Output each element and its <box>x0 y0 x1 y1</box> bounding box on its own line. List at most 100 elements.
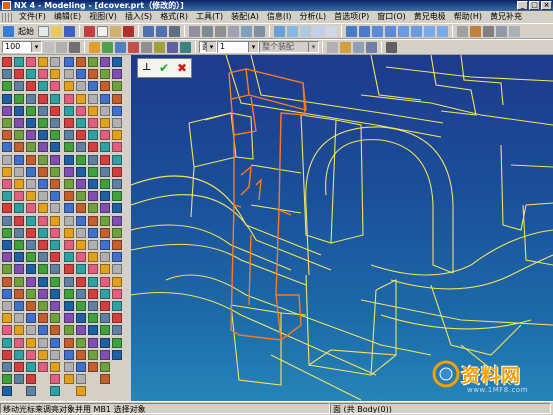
tool-icon[interactable] <box>26 154 36 165</box>
refresh-icon[interactable] <box>254 25 265 37</box>
tool-icon[interactable] <box>50 313 60 324</box>
tool-icon[interactable] <box>26 118 36 128</box>
tool-icon[interactable] <box>100 313 110 324</box>
tool-icon[interactable] <box>14 215 24 226</box>
tool-icon[interactable] <box>76 349 86 360</box>
tool-icon[interactable] <box>38 142 48 153</box>
tool-icon[interactable] <box>14 362 24 372</box>
tool-icon[interactable] <box>64 166 74 177</box>
menu-assemblies[interactable]: 装配(A) <box>227 11 263 23</box>
tool-icon[interactable] <box>38 81 48 92</box>
tool-icon[interactable] <box>100 142 110 153</box>
tool-icon[interactable] <box>112 93 122 104</box>
tool-icon[interactable] <box>112 203 122 214</box>
tool-icon[interactable] <box>112 130 122 141</box>
tool-icon[interactable] <box>88 288 98 299</box>
tool-icon[interactable] <box>76 154 86 165</box>
tool-icon[interactable] <box>14 240 24 250</box>
start-icon[interactable] <box>3 25 14 37</box>
highlight-icon[interactable] <box>340 41 351 53</box>
tool-icon[interactable] <box>76 69 86 80</box>
tool-icon[interactable] <box>64 240 74 250</box>
tool-icon[interactable] <box>38 240 48 250</box>
point-end-icon[interactable] <box>89 41 100 53</box>
tool-icon[interactable] <box>88 264 98 275</box>
tool-icon[interactable] <box>100 118 110 128</box>
tool-icon[interactable] <box>88 227 98 238</box>
tool-icon[interactable] <box>38 93 48 104</box>
tool-icon[interactable] <box>50 142 60 153</box>
tool-icon[interactable] <box>38 203 48 214</box>
shaded-icon[interactable] <box>274 25 285 37</box>
tool-icon[interactable] <box>64 325 74 336</box>
tool-icon[interactable] <box>76 374 86 385</box>
view-top-icon[interactable] <box>372 25 383 37</box>
layer-settings-icon[interactable] <box>457 25 468 37</box>
tool-icon[interactable] <box>38 215 48 226</box>
tool-icon[interactable] <box>88 142 98 153</box>
tool-icon[interactable] <box>112 69 122 80</box>
tool-icon[interactable] <box>38 276 48 287</box>
tool-icon[interactable] <box>14 118 24 128</box>
tool-icon[interactable] <box>76 337 86 348</box>
view-right-icon[interactable] <box>398 25 409 37</box>
tool-icon[interactable] <box>76 203 86 214</box>
tool-icon[interactable] <box>2 179 12 189</box>
tool-icon[interactable] <box>50 81 60 92</box>
tool-icon[interactable] <box>14 81 24 92</box>
filter-combo[interactable]: 1 <box>217 41 259 53</box>
tool-icon[interactable] <box>14 142 24 153</box>
tool-icon[interactable] <box>76 57 86 67</box>
tool-icon[interactable] <box>50 252 60 263</box>
view-left-icon[interactable] <box>411 25 422 37</box>
tool-icon[interactable] <box>38 288 48 299</box>
tool-icon[interactable] <box>2 264 12 275</box>
show-hide-icon[interactable] <box>483 25 494 37</box>
tool-icon[interactable] <box>2 105 12 116</box>
tool-icon[interactable] <box>88 215 98 226</box>
tool-icon[interactable] <box>2 349 12 360</box>
cursor-icon[interactable] <box>386 41 397 53</box>
tool-icon[interactable] <box>100 349 110 360</box>
tool-icon[interactable] <box>100 179 110 189</box>
tool-icon[interactable] <box>112 240 122 250</box>
tool-icon[interactable] <box>50 374 60 385</box>
tool-icon[interactable] <box>50 288 60 299</box>
tool-icon[interactable] <box>14 325 24 336</box>
tool-icon[interactable] <box>50 301 60 311</box>
tool-icon[interactable] <box>14 276 24 287</box>
tool-icon[interactable] <box>112 166 122 177</box>
tool-icon[interactable] <box>112 105 122 116</box>
tool-icon[interactable] <box>26 166 36 177</box>
tool-icon[interactable] <box>64 252 74 263</box>
tool-icon[interactable] <box>64 288 74 299</box>
tool-icon[interactable] <box>50 166 60 177</box>
tool-icon[interactable] <box>50 325 60 336</box>
menu-preferences[interactable]: 首选项(P) <box>330 11 373 23</box>
view-front-icon[interactable] <box>385 25 396 37</box>
tool-icon[interactable] <box>26 288 36 299</box>
tool-icon[interactable] <box>100 362 110 372</box>
tool-icon[interactable] <box>112 154 122 165</box>
tool-icon[interactable] <box>38 154 48 165</box>
tool-icon[interactable] <box>76 288 86 299</box>
tool-icon[interactable] <box>14 349 24 360</box>
tool-icon[interactable] <box>100 93 110 104</box>
tool-icon[interactable] <box>2 118 12 128</box>
tool-icon[interactable] <box>38 118 48 128</box>
tool-icon[interactable] <box>64 301 74 311</box>
tool-icon[interactable] <box>112 276 122 287</box>
point-on-curve-icon[interactable] <box>180 41 191 53</box>
tool-icon[interactable] <box>26 93 36 104</box>
tool-icon[interactable] <box>2 154 12 165</box>
tool-icon[interactable] <box>26 337 36 348</box>
cancel-x-icon[interactable]: ✖ <box>177 61 187 75</box>
rotate-icon[interactable] <box>228 25 239 37</box>
tool-icon[interactable] <box>64 154 74 165</box>
tool-icon[interactable] <box>26 362 36 372</box>
tool-icon[interactable] <box>50 276 60 287</box>
save-icon[interactable] <box>64 25 75 37</box>
tool-icon[interactable] <box>14 154 24 165</box>
tool-icon[interactable] <box>2 288 12 299</box>
tool-icon[interactable] <box>100 240 110 250</box>
